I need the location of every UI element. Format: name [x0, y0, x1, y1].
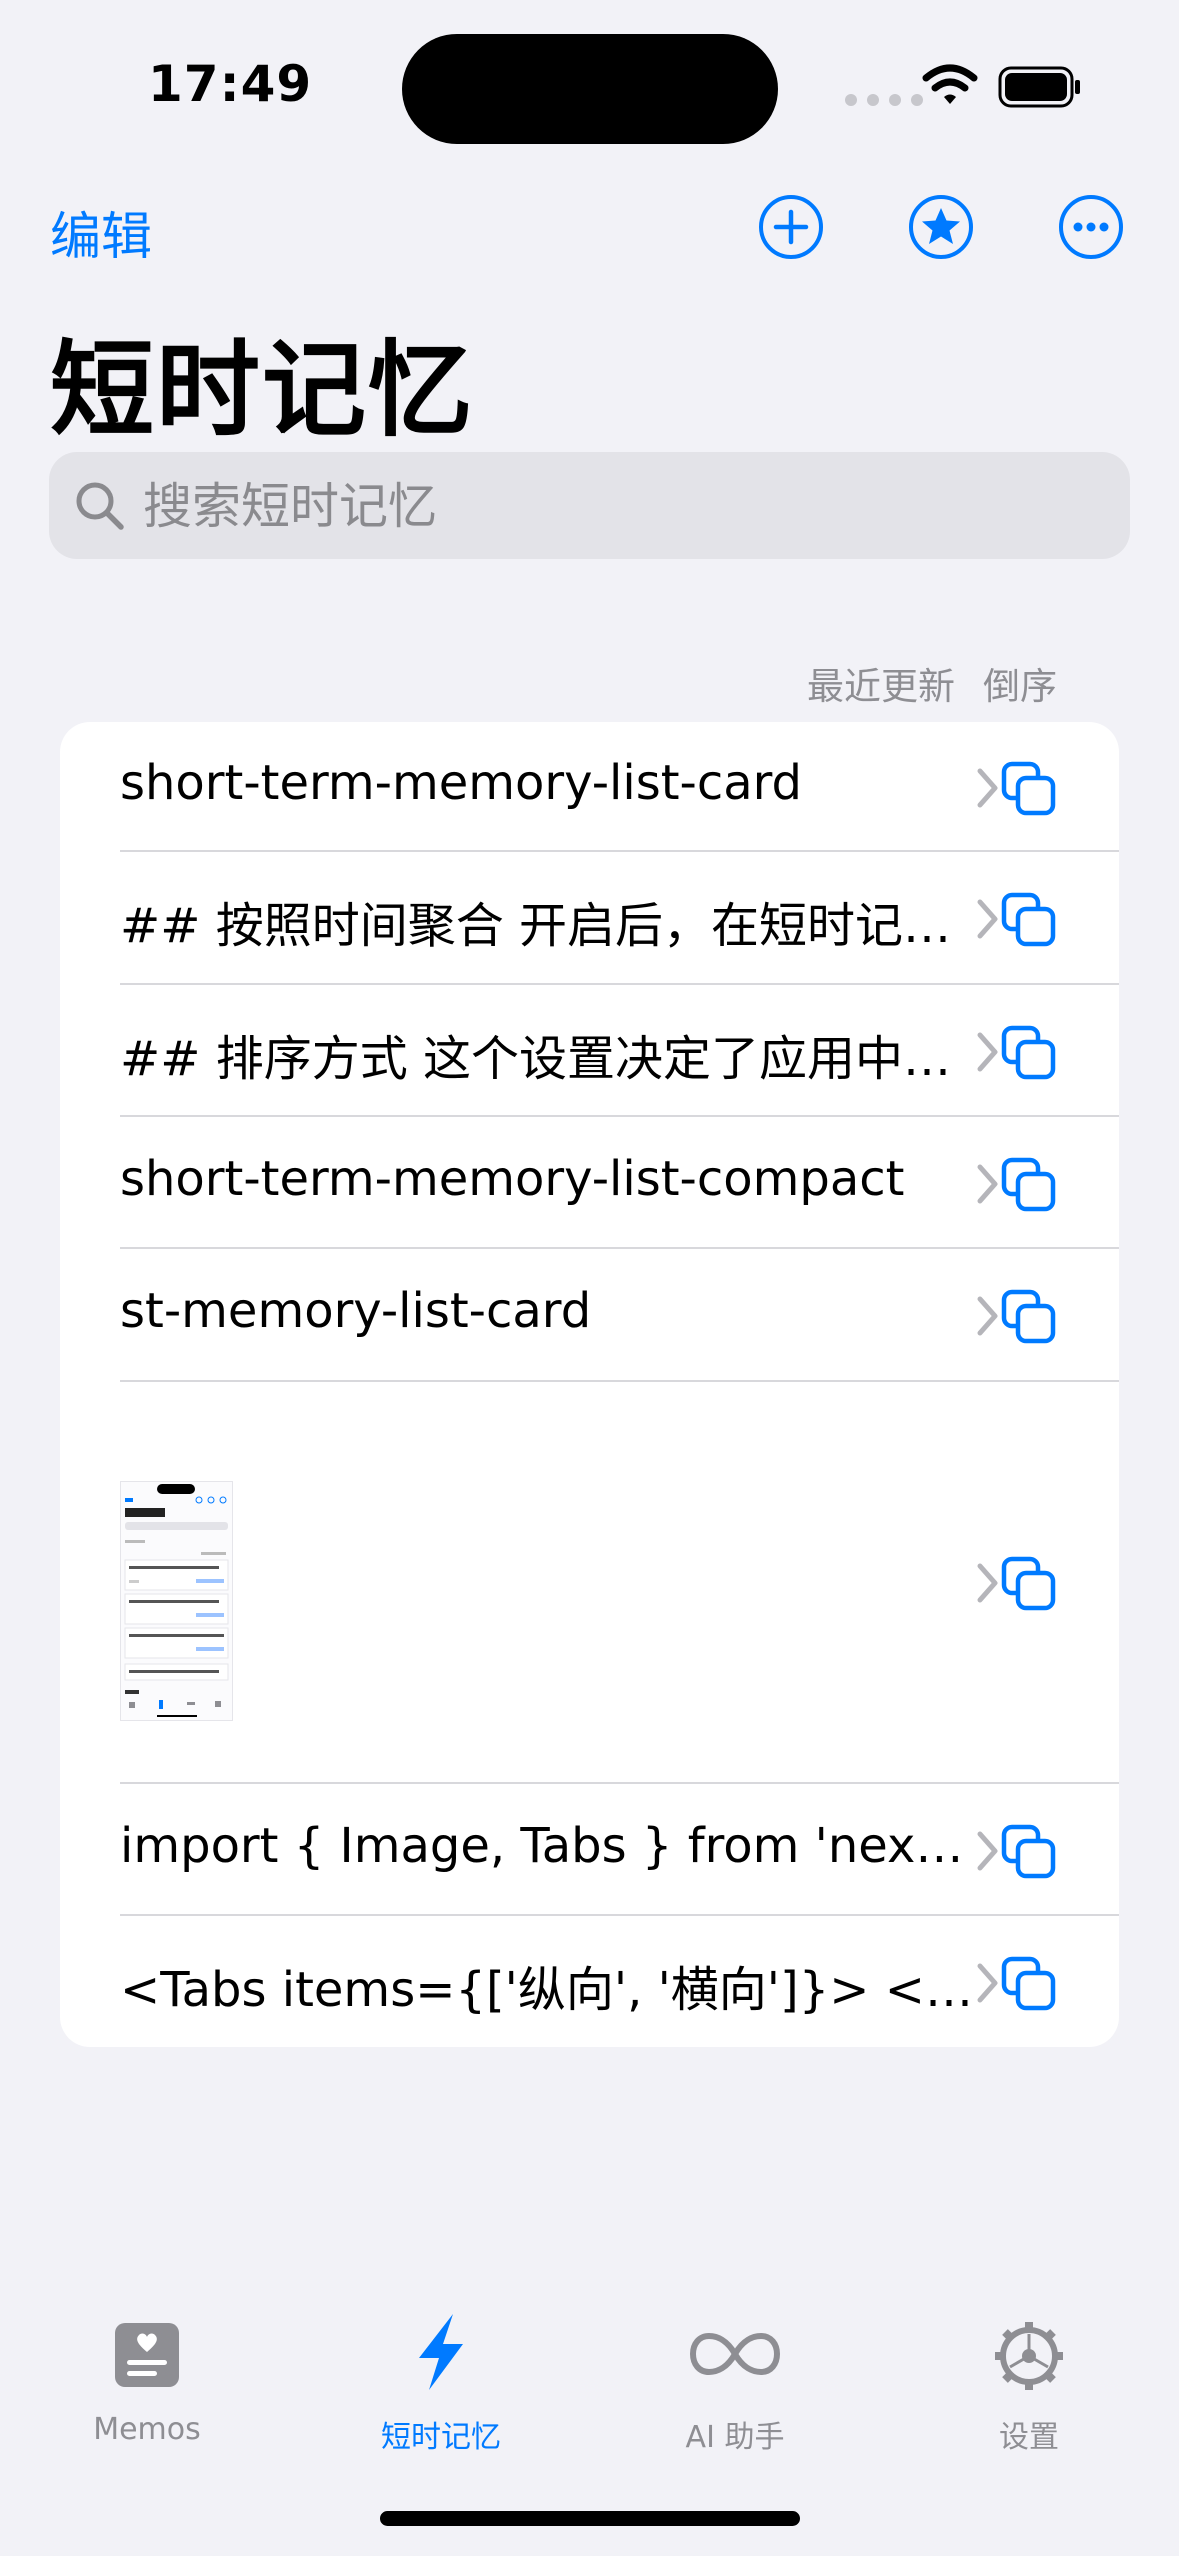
tab-label: Memos: [93, 2412, 201, 2447]
item-text: short-term-memory-list-compact: [120, 1151, 905, 1207]
chevron-right-icon: [977, 1963, 998, 2003]
item-text: st-memory-list-card: [120, 1283, 592, 1339]
sort-controls: 最近更新 倒序: [807, 656, 1057, 710]
battery-icon: [998, 66, 1080, 108]
copy-icon[interactable]: [1001, 1289, 1057, 1345]
add-icon[interactable]: [758, 194, 824, 260]
copy-icon[interactable]: [1001, 1824, 1057, 1880]
home-indicator: [380, 2511, 800, 2526]
list-item[interactable]: <Tabs items={['纵向', '横向']}> <Tabs.Tab>: [60, 1916, 1119, 2047]
chevron-right-icon: [977, 768, 998, 808]
copy-icon[interactable]: [1001, 1025, 1057, 1081]
search-icon: [76, 482, 124, 530]
edit-button[interactable]: 编辑: [50, 195, 152, 269]
search-bar[interactable]: [49, 452, 1130, 561]
infinity-icon: [689, 2332, 781, 2376]
list-item[interactable]: short-term-memory-list-card: [60, 722, 1119, 852]
copy-icon[interactable]: [1001, 1157, 1057, 1213]
item-text: import { Image, Tabs } from 'nextra/comp…: [120, 1818, 980, 1874]
list-item[interactable]: ## 按照时间聚合 开启后，在短时记忆列表中按时间分组显示: [60, 852, 1119, 985]
list-item[interactable]: short-term-memory-list-compact: [60, 1117, 1119, 1249]
chevron-right-icon: [977, 1164, 998, 1204]
screenshot-thumbnail: [120, 1481, 233, 1721]
tab-label: AI 助手: [685, 2420, 785, 2455]
item-text: ## 排序方式 这个设置决定了应用中列表的排序方式: [120, 1031, 960, 1087]
star-icon[interactable]: [908, 194, 974, 260]
more-icon[interactable]: [1058, 194, 1124, 260]
dynamic-island: [402, 34, 778, 144]
item-text: ## 按照时间聚合 开启后，在短时记忆列表中按时间分组显示: [120, 898, 960, 954]
copy-icon[interactable]: [1001, 1556, 1057, 1612]
cellular-signal-icon: [845, 94, 923, 106]
gear-icon: [995, 2322, 1063, 2390]
memory-list: short-term-memory-list-card ## 按照时间聚合 开启…: [60, 722, 1119, 2047]
item-text: short-term-memory-list-card: [120, 755, 803, 811]
list-item[interactable]: import { Image, Tabs } from 'nextra/comp…: [60, 1784, 1119, 1916]
sort-order-button[interactable]: 倒序: [983, 656, 1057, 710]
list-item[interactable]: [60, 1382, 1119, 1784]
wifi-icon: [922, 64, 978, 104]
status-time: 17:49: [148, 55, 313, 113]
copy-icon[interactable]: [1001, 761, 1057, 817]
copy-icon[interactable]: [1001, 892, 1057, 948]
copy-icon[interactable]: [1001, 1956, 1057, 2012]
lightning-bolt-icon: [419, 2314, 463, 2390]
chevron-right-icon: [977, 899, 998, 939]
chevron-right-icon: [977, 1296, 998, 1336]
chevron-right-icon: [977, 1831, 998, 1871]
tab-label: 短时记忆: [381, 2420, 501, 2455]
search-input[interactable]: [141, 452, 1105, 561]
chevron-right-icon: [977, 1563, 998, 1603]
page-title: 短时记忆: [50, 329, 475, 451]
memo-card-icon: [115, 2323, 179, 2387]
item-text: <Tabs items={['纵向', '横向']}> <Tabs.Tab>: [120, 1962, 980, 2018]
list-item[interactable]: ## 排序方式 这个设置决定了应用中列表的排序方式: [60, 985, 1119, 1117]
tab-label: 设置: [999, 2420, 1059, 2455]
sort-field-button[interactable]: 最近更新: [807, 656, 955, 710]
list-item[interactable]: st-memory-list-card: [60, 1249, 1119, 1382]
chevron-right-icon: [977, 1032, 998, 1072]
